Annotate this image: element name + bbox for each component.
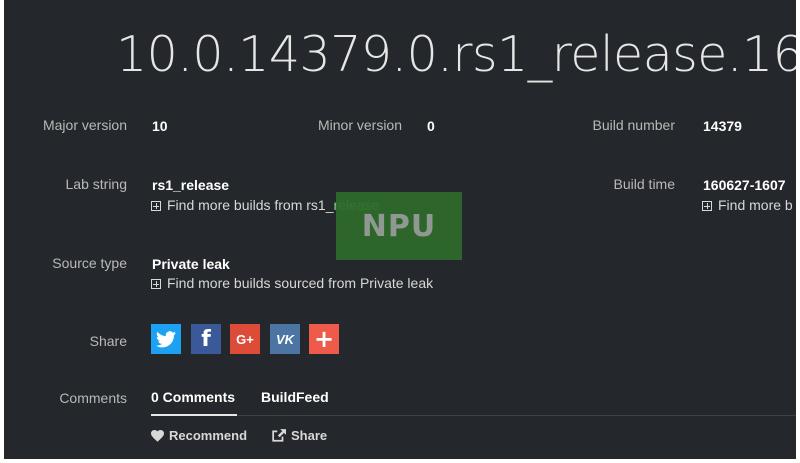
source-type-value: Private leak	[152, 256, 230, 272]
build-time-value: 160627-1607	[703, 177, 786, 193]
more-share-button[interactable]: +	[309, 324, 339, 354]
minor-version-value: 0	[427, 118, 435, 134]
heart-icon	[151, 430, 164, 442]
tab-buildfeed[interactable]: BuildFeed	[261, 389, 329, 405]
source-type-label: Source type	[52, 255, 127, 271]
facebook-icon: f	[201, 326, 211, 352]
facebook-share-button[interactable]: f	[191, 324, 221, 354]
google-plus-icon: G+	[236, 331, 254, 347]
share-icon	[272, 429, 286, 442]
twitter-icon	[156, 330, 176, 347]
twitter-share-button[interactable]	[151, 324, 181, 354]
build-number-label: Build number	[592, 117, 676, 133]
expand-plus-icon	[151, 201, 161, 211]
tab-comments[interactable]: 0 Comments	[151, 389, 235, 405]
minor-version-label: Minor version	[317, 117, 402, 133]
build-page: 10.0.14379.0.rs1_release.160627-1607 Maj…	[4, 0, 796, 459]
share-comments-button[interactable]: Share	[272, 428, 327, 443]
lab-string-value: rs1_release	[152, 177, 230, 193]
google-plus-share-button[interactable]: G+	[230, 324, 260, 354]
lab-string-label: Lab string	[65, 176, 127, 192]
major-version-label: Major version	[42, 117, 127, 133]
plus-icon: +	[313, 325, 335, 353]
comments-label: Comments	[59, 390, 127, 406]
watermark-text: NPU	[361, 209, 437, 244]
build-time-label: Build time	[613, 176, 675, 192]
active-tab-indicator	[151, 414, 237, 416]
expand-plus-icon	[702, 201, 712, 211]
watermark-logo: NPU	[336, 192, 462, 260]
build-number-value: 14379	[703, 118, 742, 134]
source-type-find-more-link[interactable]: Find more builds sourced from Private le…	[151, 275, 433, 291]
recommend-button[interactable]: Recommend	[151, 428, 247, 443]
vk-icon: VK	[275, 331, 295, 347]
major-version-value: 10	[152, 118, 168, 134]
page-title: 10.0.14379.0.rs1_release.160627-1607	[116, 26, 796, 83]
tabs-divider	[151, 415, 796, 416]
vk-share-button[interactable]: VK	[270, 324, 300, 354]
expand-plus-icon	[151, 279, 161, 289]
build-time-find-more-link[interactable]: Find more b	[702, 197, 793, 213]
share-label: Share	[89, 333, 127, 349]
